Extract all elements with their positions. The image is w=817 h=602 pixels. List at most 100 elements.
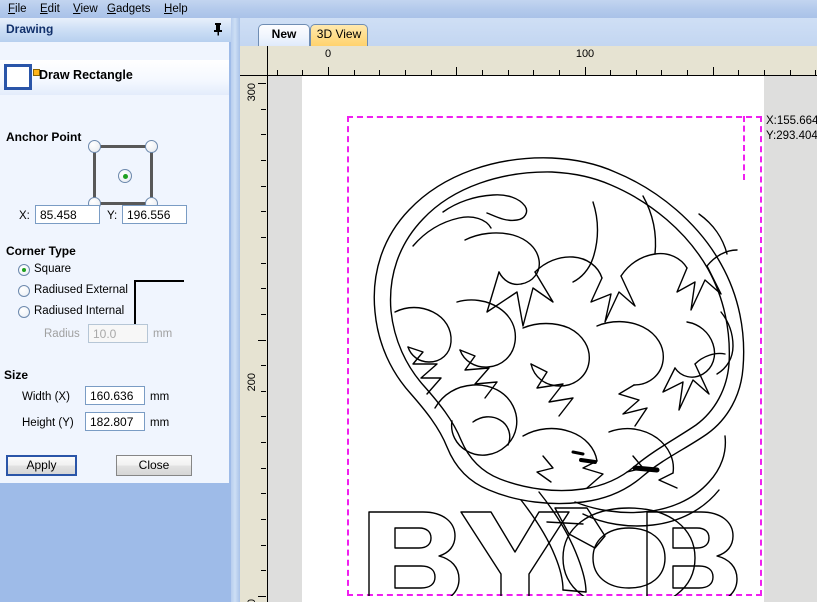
document-area: New 3D View 010020 300200100 X:155.664 Y… — [240, 18, 817, 602]
ruler-tick-h — [687, 70, 688, 75]
tab-new[interactable]: New — [258, 24, 310, 46]
anchor-x-label: X: — [19, 210, 30, 222]
menu-file[interactable]: File — [4, 2, 31, 16]
drawing-panel-header: Drawing — [0, 18, 231, 43]
ruler-tick-h — [636, 70, 637, 75]
ruler-tick-h — [405, 70, 406, 75]
ruler-tick-h — [533, 70, 534, 75]
anchor-y-input[interactable]: 196.556 — [122, 205, 187, 224]
ruler-tick-v — [261, 493, 266, 494]
corner-type-section-label: Corner Type — [6, 244, 76, 258]
ruler-tick-v — [261, 365, 266, 366]
ruler-tick-h — [379, 70, 380, 75]
anchor-point-selector[interactable] — [88, 140, 162, 212]
ruler-tick-v — [261, 263, 266, 264]
radio-square-icon — [18, 264, 30, 276]
ruler-tick-h — [354, 70, 355, 75]
ruler-corner — [240, 46, 268, 76]
ruler-tick-h — [764, 70, 765, 75]
ruler-tick-v — [261, 416, 266, 417]
ruler-tick-h — [431, 70, 432, 75]
tool-title: Draw Rectangle — [39, 68, 133, 82]
ruler-label-h: 0 — [324, 48, 332, 60]
cursor-coordinate-readout: X:155.664 Y:293.404 — [766, 114, 817, 144]
ruler-tick-v — [261, 288, 266, 289]
ruler-tick-v — [261, 314, 266, 315]
corner-type-radiused-external-label: Radiused External — [34, 284, 128, 296]
ruler-tick-h — [328, 67, 329, 75]
panel-title: Drawing — [6, 22, 54, 36]
drawing-canvas[interactable]: X:155.664 Y:293.404 — [268, 76, 817, 602]
corner-type-square-label: Square — [34, 263, 72, 275]
ruler-tick-v — [261, 109, 266, 110]
ruler-tick-h — [610, 70, 611, 75]
anchor-x-input[interactable]: 85.458 — [35, 205, 100, 224]
height-unit-label: mm — [150, 417, 170, 429]
anchor-edge-left — [93, 146, 96, 204]
ruler-tick-h — [302, 70, 303, 75]
ruler-tick-h — [790, 70, 791, 75]
ruler-label-h: 100 — [575, 48, 595, 60]
document-tab-strip: New 3D View — [240, 18, 817, 46]
ruler-tick-h — [508, 70, 509, 75]
ruler-tick-h — [661, 70, 662, 75]
radius-input[interactable]: 10.0 — [88, 324, 148, 343]
apply-button[interactable]: Apply — [6, 455, 77, 476]
anchor-point-section-label: Anchor Point — [6, 130, 82, 144]
drawing-panel-body: Draw Rectangle Anchor Point X: 85.458 Y: — [0, 42, 231, 483]
ruler-tick-h — [738, 70, 739, 75]
rectangle-tool-icon — [4, 64, 40, 90]
ruler-tick-h — [277, 70, 278, 75]
coordinate-y-text: Y:293.404 — [766, 130, 817, 142]
ruler-label-v: 300 — [246, 83, 258, 102]
horizontal-ruler[interactable]: 010020 — [268, 46, 817, 76]
ruler-tick-v — [258, 340, 266, 341]
radio-radiused-external-icon — [18, 285, 30, 297]
tool-header-strip: Draw Rectangle — [0, 60, 229, 95]
anchor-node-top-left[interactable] — [88, 140, 101, 153]
ruler-tick-v — [258, 83, 266, 84]
sheet-background: X:155.664 Y:293.404 — [302, 76, 817, 602]
tab-3d-view[interactable]: 3D View — [310, 24, 368, 46]
width-input[interactable]: 160.636 — [85, 386, 145, 405]
left-dock-panel: Drawing Draw Rectangle Anchor Point X: 8… — [0, 18, 231, 602]
radius-unit-label: mm — [153, 328, 173, 340]
panel-splitter[interactable] — [231, 18, 240, 602]
anchor-node-top-right[interactable] — [145, 140, 158, 153]
vertical-ruler[interactable]: 300200100 — [240, 76, 268, 602]
close-button[interactable]: Close — [116, 455, 192, 476]
ruler-label-v: 200 — [246, 373, 258, 392]
radius-label: Radius — [44, 328, 80, 340]
size-section-label: Size — [4, 368, 29, 382]
ruler-tick-v — [261, 391, 266, 392]
corner-type-preview-icon — [134, 280, 186, 328]
application-window: File Edit View Gadgets Help Drawing Draw… — [0, 0, 817, 602]
menu-view[interactable]: View — [69, 2, 102, 16]
width-unit-label: mm — [150, 391, 170, 403]
brain-byob-vector-artwork[interactable] — [347, 116, 762, 602]
anchor-center-dot-icon — [123, 174, 128, 179]
ruler-tick-h — [482, 70, 483, 75]
ruler-tick-h — [559, 70, 560, 75]
ruler-tick-v — [261, 545, 266, 546]
ruler-tick-v — [261, 186, 266, 187]
pushpin-icon[interactable] — [211, 22, 225, 36]
width-label: Width (X) — [22, 391, 70, 403]
anchor-node-center-selected[interactable] — [118, 169, 132, 183]
menu-gadgets[interactable]: Gadgets — [103, 2, 154, 16]
menu-edit[interactable]: Edit — [36, 2, 64, 16]
ruler-tick-h — [713, 67, 714, 75]
anchor-edge-right — [150, 146, 153, 204]
ruler-tick-v — [261, 570, 266, 571]
ruler-tick-v — [261, 442, 266, 443]
ruler-tick-v — [258, 596, 266, 597]
ruler-tick-v — [261, 160, 266, 161]
ruler-tick-h — [456, 67, 457, 75]
height-input[interactable]: 182.807 — [85, 412, 145, 431]
corner-type-radiused-internal-label: Radiused Internal — [34, 305, 125, 317]
height-label: Height (Y) — [22, 417, 74, 429]
ruler-tick-h — [585, 67, 586, 75]
ruler-tick-h — [815, 70, 816, 75]
menu-help[interactable]: Help — [160, 2, 192, 16]
anchor-y-label: Y: — [107, 210, 118, 222]
